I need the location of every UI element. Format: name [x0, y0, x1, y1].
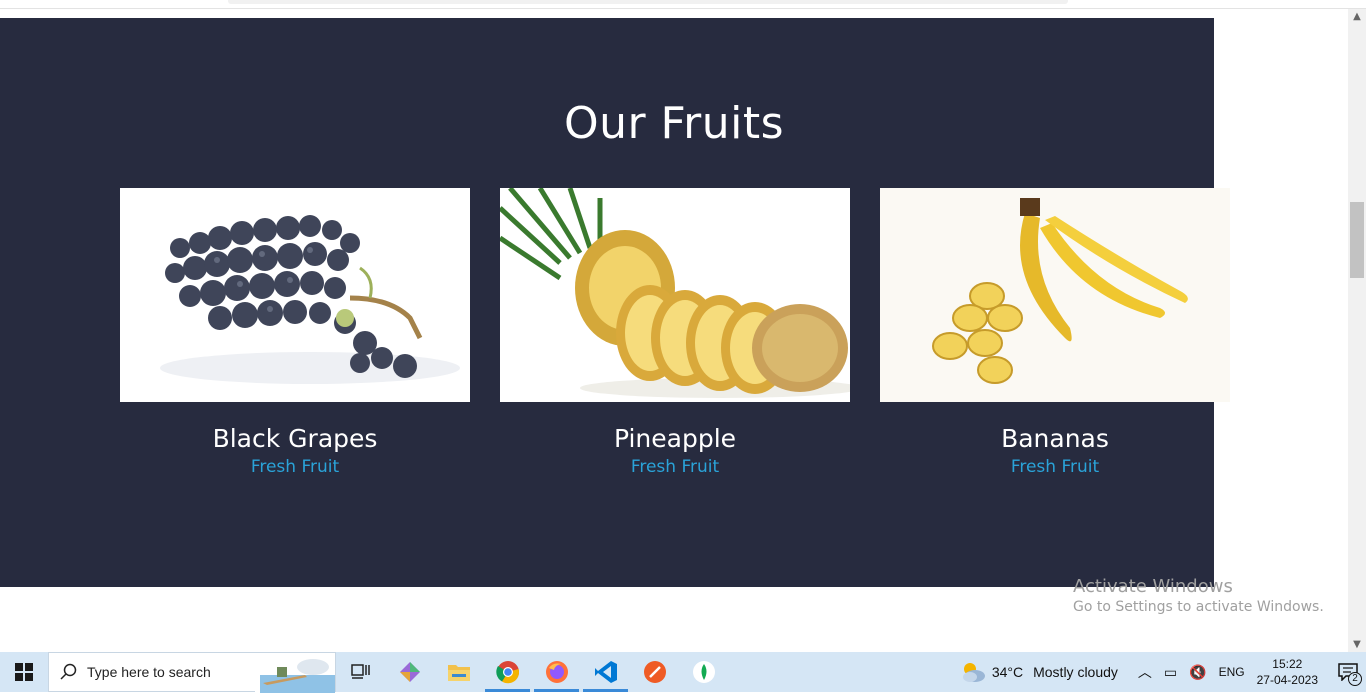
system-tray: 34°C Mostly cloudy ︿ ▭ 🔇 ENG 15:22 27-04…	[960, 652, 1366, 692]
scroll-down-icon[interactable]: ▼	[1352, 639, 1362, 650]
task-view-button[interactable]	[336, 652, 385, 692]
mongodb-icon	[692, 661, 715, 683]
firefox-icon	[545, 661, 568, 683]
fruit-card-pineapple[interactable]: Pineapple Fresh Fruit	[500, 188, 850, 477]
clock-date: 27-04-2023	[1256, 673, 1318, 687]
language-indicator[interactable]: ENG	[1219, 665, 1245, 679]
postman-button[interactable]	[630, 652, 679, 692]
vscode-icon	[594, 661, 617, 683]
fruit-subtitle: Fresh Fruit	[1010, 457, 1100, 477]
fruit-name: Bananas	[1001, 424, 1109, 453]
notification-count-badge: 2	[1348, 672, 1362, 686]
search-placeholder: Type here to search	[87, 664, 211, 680]
git-app-button[interactable]	[385, 652, 434, 692]
file-explorer-button[interactable]	[434, 652, 483, 692]
vscode-button[interactable]	[581, 652, 630, 692]
fruit-name: Pineapple	[613, 424, 737, 453]
taskbar-clock[interactable]: 15:22 27-04-2023	[1257, 656, 1318, 688]
cloudy-weather-icon	[962, 663, 985, 682]
action-center-button[interactable]: 2	[1330, 652, 1366, 692]
scrollbar-thumb[interactable]	[1350, 202, 1364, 278]
search-highlight-icon	[255, 653, 335, 693]
git-icon	[399, 662, 420, 682]
chrome-button[interactable]	[483, 652, 532, 692]
fruit-subtitle: Fresh Fruit	[250, 457, 340, 477]
search-icon	[60, 663, 77, 680]
fruit-card-bananas[interactable]: Bananas Fresh Fruit	[880, 188, 1230, 477]
volume-muted-icon[interactable]: 🔇	[1189, 664, 1206, 681]
browser-top-edge	[0, 0, 1366, 9]
file-explorer-icon	[447, 665, 470, 681]
page-scrollbar[interactable]: ▲ ▼	[1348, 9, 1366, 652]
start-button[interactable]	[0, 652, 48, 692]
pineapple-image	[500, 188, 850, 402]
mongodb-button[interactable]	[679, 652, 728, 692]
weather-temperature: 34°C	[991, 664, 1024, 680]
battery-icon[interactable]: ▭	[1164, 664, 1177, 681]
chrome-icon	[495, 661, 519, 684]
task-view-icon	[350, 664, 370, 679]
fruit-subtitle: Fresh Fruit	[630, 457, 720, 477]
watermark-subtitle: Go to Settings to activate Windows.	[1073, 599, 1324, 615]
postman-icon	[643, 661, 666, 683]
windows-taskbar: Type here to search 34°C Mostly cloudy ︿…	[0, 652, 1366, 693]
bananas-image	[880, 188, 1230, 402]
firefox-button[interactable]	[532, 652, 581, 692]
windows-logo-icon	[15, 663, 33, 681]
weather-condition: Mostly cloudy	[1033, 664, 1118, 680]
watermark-title: Activate Windows	[1073, 576, 1233, 597]
activate-windows-watermark: Activate Windows Go to Settings to activ…	[1073, 576, 1324, 615]
taskbar-search-box[interactable]: Type here to search	[48, 652, 336, 693]
scroll-up-icon[interactable]: ▲	[1352, 11, 1362, 22]
weather-widget[interactable]: 34°C Mostly cloudy	[960, 661, 1118, 683]
fruit-card-grapes[interactable]: Black Grapes Fresh Fruit	[120, 188, 470, 477]
fruit-name: Black Grapes	[212, 424, 378, 453]
grapes-image	[120, 188, 470, 402]
section-title: Our Fruits	[563, 98, 785, 149]
clock-time: 15:22	[1272, 657, 1303, 671]
show-hidden-icons-chevron-icon[interactable]: ︿	[1138, 662, 1152, 682]
